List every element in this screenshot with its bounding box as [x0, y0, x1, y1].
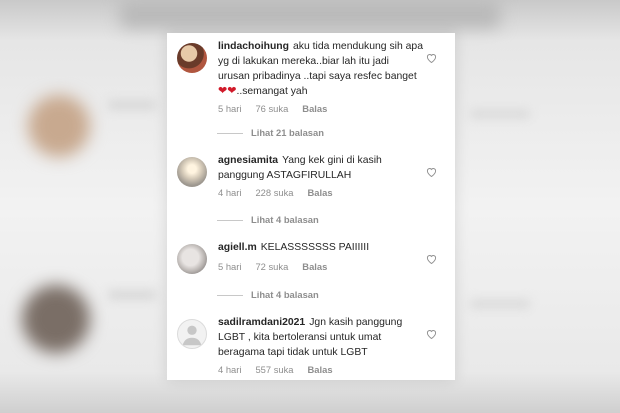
comment-text: agnesiamita Yang kek gini di kasih panggu… — [218, 153, 423, 183]
comment-meta: 5 hari 76 suka Balas — [218, 103, 341, 114]
comment-likes[interactable]: 76 suka — [255, 103, 288, 114]
blurred-text — [470, 110, 530, 118]
comment-username[interactable]: agiell.m — [218, 242, 257, 253]
blurred-text — [108, 290, 156, 300]
blurred-text — [470, 300, 530, 308]
avatar[interactable] — [177, 319, 207, 349]
comment-time: 5 hari — [218, 261, 242, 272]
comment-username[interactable]: lindachoihung — [218, 41, 289, 52]
comment-text: sadilramdani2021 Jgn kasih panggung LGBT … — [218, 315, 423, 360]
avatar[interactable] — [177, 244, 207, 274]
comment-body-suffix: ..semangat yah — [236, 86, 308, 97]
like-heart-icon[interactable] — [426, 167, 437, 177]
default-avatar-icon — [182, 325, 202, 346]
view-replies-button[interactable]: Lihat 4 balasan — [217, 289, 319, 300]
comment-time: 4 hari — [218, 187, 242, 198]
comments-panel: lindachoihung aku tida mendukung sih apa … — [167, 33, 455, 380]
reply-button[interactable]: Balas — [302, 103, 327, 114]
reply-button[interactable]: Balas — [308, 187, 333, 198]
like-heart-icon[interactable] — [426, 53, 437, 63]
comment-text: lindachoihung aku tida mendukung sih apa … — [218, 39, 423, 99]
comment-likes[interactable]: 228 suka — [255, 187, 293, 198]
replies-divider — [217, 133, 243, 135]
replies-divider — [217, 295, 243, 297]
view-replies-button[interactable]: Lihat 21 balasan — [217, 127, 324, 138]
comment-time: 5 hari — [218, 103, 242, 114]
comment-meta: 4 hari 228 suka Balas — [218, 187, 347, 198]
avatar[interactable] — [177, 43, 207, 73]
like-heart-icon[interactable] — [426, 254, 437, 264]
like-heart-icon[interactable] — [426, 329, 437, 339]
comment-meta: 4 hari 557 suka Balas — [218, 364, 347, 375]
reply-button[interactable]: Balas — [302, 261, 327, 272]
blurred-top-strip — [120, 0, 500, 28]
comment-body: KELASSSSSSS PAIIIIII — [260, 242, 370, 253]
reply-button[interactable]: Balas — [308, 364, 333, 375]
comment-likes[interactable]: 557 suka — [255, 364, 293, 375]
replies-divider — [217, 220, 243, 222]
view-replies-label: Lihat 21 balasan — [251, 127, 324, 138]
blurred-avatar-left-top — [28, 95, 90, 157]
view-replies-button[interactable]: Lihat 4 balasan — [217, 214, 319, 225]
avatar[interactable] — [177, 157, 207, 187]
blurred-text — [108, 100, 156, 110]
comment-username[interactable]: agnesiamita — [218, 155, 278, 166]
comment-text: agiell.m KELASSSSSSS PAIIIIII — [218, 240, 423, 255]
view-replies-label: Lihat 4 balasan — [251, 214, 319, 225]
comment-likes[interactable]: 72 suka — [255, 261, 288, 272]
view-replies-label: Lihat 4 balasan — [251, 289, 319, 300]
comment-meta: 5 hari 72 suka Balas — [218, 261, 341, 272]
heart-emoji-icon: ❤❤ — [218, 85, 237, 97]
comment-username[interactable]: sadilramdani2021 — [218, 317, 305, 328]
blurred-avatar-left-bottom — [22, 285, 90, 353]
comment-time: 4 hari — [218, 364, 242, 375]
